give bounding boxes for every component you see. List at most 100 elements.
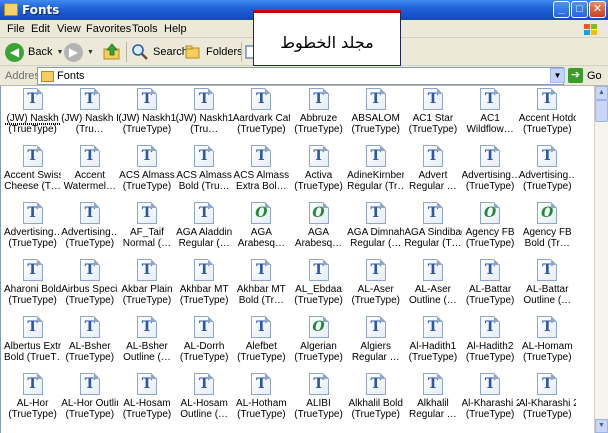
- font-file-item[interactable]: T AGA Sindibad Regular (T…: [404, 200, 462, 257]
- font-file-item[interactable]: T AGA Aladdin Regular (…: [176, 200, 233, 257]
- back-button[interactable]: ◀ Back ▼: [5, 41, 63, 63]
- font-file-label: AL-Hor Outline(TrueType): [61, 398, 118, 420]
- font-file-item[interactable]: T ALIBI (TrueType): [290, 371, 347, 428]
- scroll-down-button[interactable]: ▼: [595, 419, 608, 433]
- forward-button[interactable]: ▶ ▼: [64, 41, 94, 63]
- font-file-item[interactable]: T Aharoni Bold (TrueType): [4, 257, 61, 314]
- font-file-item[interactable]: T AL-Hosam (TrueType): [118, 371, 175, 428]
- font-file-item[interactable]: T AL-Hor Outline(TrueType): [61, 371, 118, 428]
- font-type: Bold (TrueT…: [4, 352, 62, 363]
- font-file-item[interactable]: T Accent Watermel…: [61, 143, 118, 200]
- font-file-item[interactable]: T ACS Almass Extra Bol…: [233, 143, 290, 200]
- font-file-item[interactable]: T AL-Aser Outline (…: [404, 257, 461, 314]
- font-file-item[interactable]: T ACS Almass (TrueType): [118, 143, 175, 200]
- font-name: Advertising…: [61, 227, 119, 238]
- font-file-item[interactable]: T (JW) Naskh (TrueType): [4, 86, 62, 143]
- font-file-item[interactable]: O AGA Arabesq…: [233, 200, 290, 257]
- font-name: Advert: [418, 170, 448, 181]
- font-file-item[interactable]: O AGA Arabesq…: [290, 200, 347, 257]
- font-file-label: ACS Almass (TrueType): [118, 170, 175, 192]
- font-file-item[interactable]: T Al-Hadith1 (TrueType): [404, 314, 461, 371]
- font-file-item[interactable]: T Alkhalil Regular …: [404, 371, 461, 428]
- font-file-item[interactable]: T Al-Kharashi 27(TrueType): [462, 371, 519, 428]
- font-file-item[interactable]: T Algiers Regular …: [347, 314, 404, 371]
- font-file-item[interactable]: T Akbar Plain (TrueType): [118, 257, 175, 314]
- font-type: Regular (Tr…: [347, 181, 405, 192]
- font-file-label: Accent Watermel…: [61, 170, 118, 192]
- font-file-item[interactable]: T Aardvark Cafe(TrueType): [233, 86, 290, 143]
- font-file-item[interactable]: T AL-Dorrh (TrueType): [176, 314, 233, 371]
- font-file-item[interactable]: T Accent Swiss Cheese (T…: [4, 143, 61, 200]
- font-file-item[interactable]: O Algerian (TrueType): [290, 314, 347, 371]
- close-button[interactable]: ✕: [589, 1, 606, 18]
- font-type: (TrueType): [237, 124, 286, 135]
- font-type: (TrueType): [122, 181, 172, 192]
- font-file-item[interactable]: T ABSALOM (TrueType): [347, 86, 404, 143]
- scroll-up-button[interactable]: ▲: [595, 86, 608, 100]
- font-file-item[interactable]: T Activa (TrueType): [290, 143, 347, 200]
- menu-file[interactable]: File: [7, 23, 25, 35]
- minimize-button[interactable]: _: [553, 1, 570, 18]
- font-file-item[interactable]: O Agency FB Bold (Tr…: [519, 200, 576, 257]
- font-file-item[interactable]: T (JW) Naskh Bold(Tru…: [61, 86, 118, 143]
- font-file-label: Al-Hadith1 (TrueType): [404, 341, 461, 363]
- menu-edit[interactable]: Edit: [31, 23, 50, 35]
- font-file-item[interactable]: T AL-Hor (TrueType): [4, 371, 61, 428]
- menu-favorites[interactable]: Favorites: [86, 23, 131, 35]
- font-file-item[interactable]: T Airbus Special(TrueType): [61, 257, 118, 314]
- folders-button[interactable]: Folders: [184, 41, 243, 63]
- maximize-button[interactable]: □: [571, 1, 588, 18]
- truetype-font-icon: T: [79, 88, 100, 110]
- font-file-item[interactable]: T AC1 Wildflow…: [462, 86, 519, 143]
- font-file-item[interactable]: T Albertus Extra Bold (TrueT…: [4, 314, 61, 371]
- font-file-item[interactable]: T AL-Hosam Outline (…: [176, 371, 233, 428]
- font-file-item[interactable]: T AF_Taif Normal (…: [118, 200, 175, 257]
- font-file-item[interactable]: T AGA Dimnah Regular (…: [347, 200, 404, 257]
- font-file-item[interactable]: T Advertising… (TrueType): [4, 200, 61, 257]
- font-file-item[interactable]: T Alefbet (TrueType): [233, 314, 290, 371]
- font-file-item[interactable]: T AC1 Star (TrueType): [404, 86, 461, 143]
- font-file-item[interactable]: T Akhbar MT Bold (Tr…: [233, 257, 290, 314]
- truetype-font-icon: T: [422, 373, 443, 395]
- font-file-item[interactable]: T Al-Hadith2 (TrueType): [462, 314, 519, 371]
- font-file-item[interactable]: T Alkhalil Bold (TrueType): [347, 371, 404, 428]
- font-file-item[interactable]: T AL-Bsher (TrueType): [61, 314, 118, 371]
- font-file-item[interactable]: T AL-Bsher Outline (…: [118, 314, 175, 371]
- menu-help[interactable]: Help: [164, 23, 187, 35]
- font-type: Outline (…: [523, 295, 572, 306]
- opentype-font-icon: O: [308, 202, 329, 224]
- font-file-item[interactable]: T Akhbar MT (TrueType): [176, 257, 233, 314]
- truetype-font-icon: T: [194, 316, 215, 338]
- font-file-item[interactable]: T ACS Almass Bold (Tru…: [176, 143, 233, 200]
- truetype-font-icon: T: [480, 259, 501, 281]
- font-file-item[interactable]: T AL-Battar Outline (…: [519, 257, 576, 314]
- search-button[interactable]: Search: [131, 41, 188, 63]
- menu-view[interactable]: View: [57, 23, 81, 35]
- address-input[interactable]: Fonts: [37, 67, 564, 85]
- font-file-item[interactable]: O Agency FB (TrueType): [462, 200, 519, 257]
- font-file-item[interactable]: T (JW) Naskh1 Bold(Tru…: [176, 86, 233, 143]
- vertical-scrollbar[interactable]: ▲ ▼: [594, 86, 608, 433]
- go-button[interactable]: ➔ Go: [568, 68, 602, 83]
- go-label: Go: [587, 69, 602, 82]
- font-file-item[interactable]: T Al-Kharashi 28(TrueType): [519, 371, 576, 428]
- font-file-label: Algerian (TrueType): [290, 341, 347, 363]
- font-file-item[interactable]: T AL-Aser (TrueType): [347, 257, 404, 314]
- font-file-item[interactable]: T (JW) Naskh1 (TrueType): [118, 86, 176, 143]
- scroll-thumb[interactable]: [595, 100, 608, 122]
- font-file-item[interactable]: T AL_Ebdaa (TrueType): [290, 257, 347, 314]
- font-file-item[interactable]: T AL-Homam (TrueType): [519, 314, 576, 371]
- address-dropdown-button[interactable]: ▼: [550, 68, 565, 83]
- font-file-item[interactable]: T Advertising… (TrueType): [61, 200, 118, 257]
- font-file-item[interactable]: T AdineKirnberg Regular (Tr…: [347, 143, 404, 200]
- up-folder-button[interactable]: [102, 41, 122, 63]
- font-file-item[interactable]: T Advert Regular …: [404, 143, 461, 200]
- font-file-item[interactable]: T Accent Hotdog(TrueType): [519, 86, 576, 143]
- font-file-item[interactable]: T Abbruze (TrueType): [290, 86, 347, 143]
- menu-tools[interactable]: Tools: [132, 23, 158, 35]
- file-list-pane[interactable]: T(JW) Naskh(TrueType)T(JW) Naskh Bold(Tr…: [0, 86, 594, 433]
- font-file-item[interactable]: T AL-Hotham (TrueType): [233, 371, 290, 428]
- font-file-item[interactable]: T Advertising… (TrueType): [519, 143, 576, 200]
- font-file-item[interactable]: T Advertising… (TrueType): [462, 143, 519, 200]
- font-file-item[interactable]: T AL-Battar (TrueType): [462, 257, 519, 314]
